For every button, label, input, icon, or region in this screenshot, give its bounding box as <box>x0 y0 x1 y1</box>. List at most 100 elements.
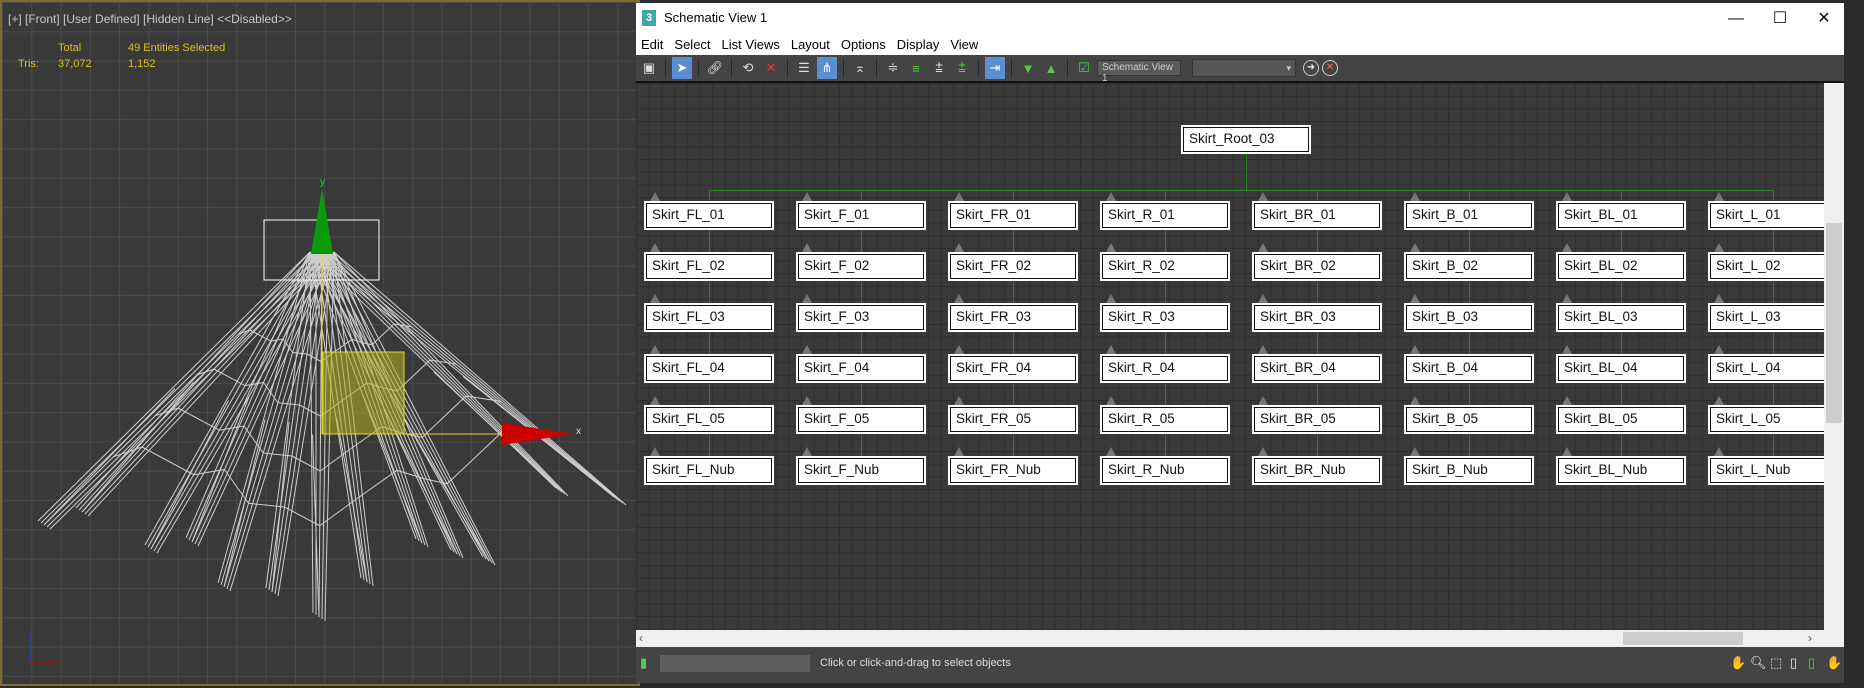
node-skirt-bl-03[interactable]: Skirt_BL_03 <box>1556 303 1686 332</box>
vertical-scroll-thumb[interactable] <box>1826 223 1842 423</box>
close-button[interactable]: ✕ <box>1804 7 1844 31</box>
menu-edit[interactable]: Edit <box>636 35 669 55</box>
hide-children-icon[interactable]: ⌅ <box>850 57 870 79</box>
node-skirt-fr-03[interactable]: Skirt_FR_03 <box>948 303 1078 332</box>
node-skirt-bl-05[interactable]: Skirt_BL_05 <box>1556 405 1686 434</box>
front-viewport[interactable]: [+] [Front] [User Defined] [Hidden Line]… <box>0 0 640 686</box>
hierarchy-mode-icon[interactable]: ☰ <box>794 57 814 79</box>
node-skirt-b-nub[interactable]: Skirt_B_Nub <box>1404 456 1534 485</box>
horizontal-scrollbar[interactable]: ‹ › <box>636 630 1844 647</box>
node-skirt-bl-nub[interactable]: Skirt_BL_Nub <box>1556 456 1686 485</box>
menu-bar: Edit Select List Views Layout Options Di… <box>636 35 1844 55</box>
delete-icon[interactable]: ✕ <box>761 57 781 79</box>
shift-down-icon[interactable]: ▼ <box>1018 57 1038 79</box>
add-node-icon[interactable]: ⩲ <box>929 57 949 79</box>
pan-to-selected-icon[interactable]: ✋ <box>1826 655 1842 671</box>
minimize-button[interactable]: — <box>1716 7 1756 31</box>
node-label: Skirt_FR_Nub <box>950 458 1076 483</box>
maximize-button[interactable]: ☐ <box>1760 7 1800 31</box>
select-arrow-icon[interactable]: ➤ <box>672 57 692 79</box>
zoom-icon[interactable]: 🔍︎ <box>1750 655 1767 671</box>
title-bar[interactable]: 3 Schematic View 1 — ☐ ✕ <box>636 3 1844 35</box>
node-skirt-bl-04[interactable]: Skirt_BL_04 <box>1556 354 1686 383</box>
node-skirt-r-05[interactable]: Skirt_R_05 <box>1100 405 1230 434</box>
node-skirt-br-04[interactable]: Skirt_BR_04 <box>1252 354 1382 383</box>
node-skirt-l-nub[interactable]: Skirt_L_Nub <box>1708 456 1824 485</box>
delete-view-icon[interactable]: ✕ <box>1322 60 1338 76</box>
menu-layout[interactable]: Layout <box>786 35 836 55</box>
node-skirt-bl-02[interactable]: Skirt_BL_02 <box>1556 252 1686 281</box>
node-skirt-fl-04[interactable]: Skirt_FL_04 <box>644 354 774 383</box>
skirt-wireframe-mesh: y x <box>29 177 627 663</box>
node-skirt-f-nub[interactable]: Skirt_F_Nub <box>796 456 926 485</box>
node-skirt-b-01[interactable]: Skirt_B_01 <box>1404 201 1534 230</box>
node-skirt-r-02[interactable]: Skirt_R_02 <box>1100 252 1230 281</box>
zoom-extents-icon[interactable]: ▯ <box>1790 655 1797 671</box>
node-skirt-b-03[interactable]: Skirt_B_03 <box>1404 303 1534 332</box>
collapse-icon[interactable]: ≑ <box>883 57 903 79</box>
zoom-region-icon[interactable]: ⬚ <box>1770 655 1782 671</box>
node-skirt-r-nub[interactable]: Skirt_R_Nub <box>1100 456 1230 485</box>
schematic-canvas[interactable]: Skirt_Root_03 Skirt_FL_01 Skirt_FL_02 Skirt… <box>636 83 1824 630</box>
node-skirt-b-05[interactable]: Skirt_B_05 <box>1404 405 1534 434</box>
menu-view[interactable]: View <box>945 35 984 55</box>
scroll-right-icon[interactable]: › <box>1808 631 1812 645</box>
go-arrow-icon[interactable]: ➜ <box>1303 60 1319 76</box>
node-skirt-f-03[interactable]: Skirt_F_03 <box>796 303 926 332</box>
node-skirt-fl-03[interactable]: Skirt_FL_03 <box>644 303 774 332</box>
add-node-green-icon[interactable]: ⩲ <box>952 57 972 79</box>
named-views-dropdown[interactable]: ▾ <box>1192 59 1296 77</box>
references-mode-icon[interactable]: ⋔ <box>817 57 837 79</box>
node-skirt-bl-01[interactable]: Skirt_BL_01 <box>1556 201 1686 230</box>
expand-triangle-icon <box>1562 294 1572 303</box>
sync-selection-icon[interactable]: ☑ <box>1074 57 1094 79</box>
node-skirt-b-02[interactable]: Skirt_B_02 <box>1404 252 1534 281</box>
menu-select[interactable]: Select <box>669 35 716 55</box>
node-skirt-fr-05[interactable]: Skirt_FR_05 <box>948 405 1078 434</box>
node-skirt-fl-01[interactable]: Skirt_FL_01 <box>644 201 774 230</box>
node-skirt-r-01[interactable]: Skirt_R_01 <box>1100 201 1230 230</box>
node-skirt-l-05[interactable]: Skirt_L_05 <box>1708 405 1824 434</box>
node-skirt-br-02[interactable]: Skirt_BR_02 <box>1252 252 1382 281</box>
node-skirt-fr-nub[interactable]: Skirt_FR_Nub <box>948 456 1078 485</box>
expand-icon[interactable]: ≡ <box>906 57 926 79</box>
node-skirt-br-05[interactable]: Skirt_BR_05 <box>1252 405 1382 434</box>
node-skirt-l-03[interactable]: Skirt_L_03 <box>1708 303 1824 332</box>
node-skirt-f-02[interactable]: Skirt_F_02 <box>796 252 926 281</box>
expand-triangle-icon <box>1106 294 1116 303</box>
shift-up-icon[interactable]: ▲ <box>1041 57 1061 79</box>
unlink-icon[interactable]: ⟲ <box>738 57 758 79</box>
node-skirt-b-04[interactable]: Skirt_B_04 <box>1404 354 1534 383</box>
node-skirt-r-04[interactable]: Skirt_R_04 <box>1100 354 1230 383</box>
pan-hand-icon[interactable]: ✋ <box>1730 655 1746 671</box>
menu-options[interactable]: Options <box>836 35 892 55</box>
node-skirt-l-01[interactable]: Skirt_L_01 <box>1708 201 1824 230</box>
vertical-scrollbar[interactable] <box>1824 83 1844 630</box>
node-skirt-l-02[interactable]: Skirt_L_02 <box>1708 252 1824 281</box>
scroll-left-icon[interactable]: ‹ <box>639 631 643 645</box>
node-skirt-fr-01[interactable]: Skirt_FR_01 <box>948 201 1078 230</box>
node-skirt-l-04[interactable]: Skirt_L_04 <box>1708 354 1824 383</box>
view-name-field[interactable]: Schematic View 1 <box>1097 60 1181 84</box>
node-skirt-br-nub[interactable]: Skirt_BR_Nub <box>1252 456 1382 485</box>
node-skirt-fl-02[interactable]: Skirt_FL_02 <box>644 252 774 281</box>
node-skirt-f-04[interactable]: Skirt_F_04 <box>796 354 926 383</box>
horizontal-scroll-thumb[interactable] <box>1623 632 1743 645</box>
display-floater-icon[interactable]: ▣ <box>639 57 659 79</box>
schematic-view-window: 3 Schematic View 1 — ☐ ✕ Edit Select Lis… <box>636 3 1844 683</box>
node-skirt-r-03[interactable]: Skirt_R_03 <box>1100 303 1230 332</box>
node-skirt-fl-nub[interactable]: Skirt_FL_Nub <box>644 456 774 485</box>
node-skirt-fl-05[interactable]: Skirt_FL_05 <box>644 405 774 434</box>
node-root[interactable]: Skirt_Root_03 <box>1181 125 1311 154</box>
move-children-icon[interactable]: ⇥ <box>985 57 1005 79</box>
node-skirt-fr-02[interactable]: Skirt_FR_02 <box>948 252 1078 281</box>
node-skirt-f-05[interactable]: Skirt_F_05 <box>796 405 926 434</box>
node-skirt-br-03[interactable]: Skirt_BR_03 <box>1252 303 1382 332</box>
menu-list-views[interactable]: List Views <box>717 35 786 55</box>
zoom-extents-selected-icon[interactable]: ▯ <box>1808 655 1815 671</box>
node-skirt-br-01[interactable]: Skirt_BR_01 <box>1252 201 1382 230</box>
node-skirt-f-01[interactable]: Skirt_F_01 <box>796 201 926 230</box>
node-skirt-fr-04[interactable]: Skirt_FR_04 <box>948 354 1078 383</box>
connect-link-icon[interactable]: 🔗︎ <box>705 57 725 79</box>
menu-display[interactable]: Display <box>892 35 946 55</box>
